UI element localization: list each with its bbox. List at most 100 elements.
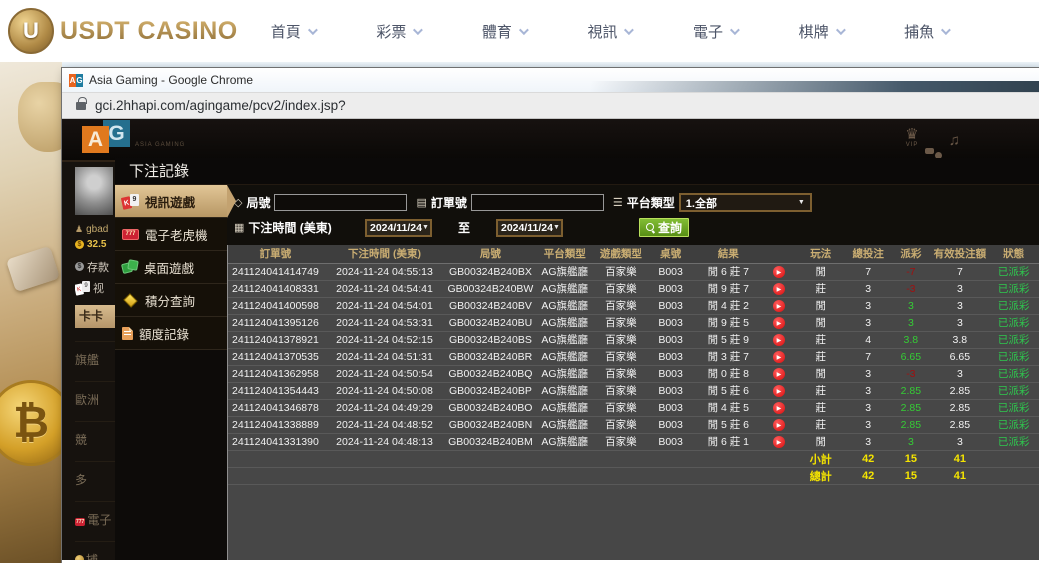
- nav-item-home[interactable]: 首頁: [271, 21, 315, 42]
- game-type-cell: 百家樂: [595, 348, 647, 365]
- to-label: 至: [432, 219, 496, 236]
- round-number-input[interactable]: [274, 194, 407, 211]
- platform-cell: AG旗艦廳: [535, 365, 595, 382]
- search-button[interactable]: 查詢: [639, 218, 689, 237]
- result-cell: 閒 6 莊 1: [694, 433, 762, 450]
- video-tab-row[interactable]: K9视: [75, 280, 115, 295]
- total-bet-cell: 3: [846, 416, 890, 433]
- main-menu: 首頁 彩票 體育 視訊 電子 棋牌 捕魚: [240, 21, 979, 42]
- result-cell: 閒 4 莊 5: [694, 399, 762, 416]
- replay-button[interactable]: ▶: [773, 436, 785, 448]
- brand[interactable]: U USDT CASINO: [8, 8, 238, 54]
- menu-item-slot-machines[interactable]: 777電子老虎機: [115, 218, 227, 251]
- clipboard-icon: ▤: [416, 196, 426, 209]
- game-type-cell: 百家樂: [595, 263, 647, 280]
- column-header: 總投注: [846, 245, 890, 263]
- nav-item-lottery[interactable]: 彩票: [376, 21, 420, 42]
- game-type-cell: 百家樂: [595, 433, 647, 450]
- column-header: 平台類型: [535, 245, 595, 263]
- platform-cell: AG旗艦廳: [535, 280, 595, 297]
- table-row: 2411240413705352024-11-24 04:51:31GB0032…: [228, 348, 1039, 365]
- play-method-cell: 閒: [795, 297, 846, 314]
- empty-cell: [323, 450, 446, 467]
- result-cell: 閒 0 莊 8: [694, 365, 762, 382]
- bet-time-cell: 2024-11-24 04:54:41: [323, 280, 446, 297]
- platform-type-select[interactable]: 1.全部▼: [679, 193, 812, 212]
- result-cell: 閒 3 莊 7: [694, 348, 762, 365]
- order-no-cell: 241124041400598: [228, 297, 323, 314]
- replay-button[interactable]: ▶: [773, 266, 785, 278]
- dropdown-arrow-icon: ▼: [553, 224, 560, 231]
- round-no-cell: GB00324B240BQ: [446, 365, 535, 382]
- lobby-item-flagship[interactable]: 旗艦: [75, 341, 115, 368]
- address-bar[interactable]: gci.2hhapi.com/agingame/pcv2/index.jsp?: [62, 92, 1039, 119]
- slot-machine-icon: 777: [122, 229, 139, 240]
- top-navbar: U USDT CASINO 首頁 彩票 體育 視訊 電子 棋牌 捕魚: [0, 0, 1039, 62]
- replay-button[interactable]: ▶: [773, 402, 785, 414]
- total-valid-bet: 41: [931, 467, 988, 484]
- column-header: 玩法: [795, 245, 846, 263]
- lobby-item-jing[interactable]: 競: [75, 421, 115, 448]
- lobby-item-europe[interactable]: 歐洲: [75, 381, 115, 408]
- lobby-item-kaka[interactable]: 卡卡: [75, 305, 115, 328]
- payout-cell: 3: [890, 297, 931, 314]
- nav-item-live[interactable]: 視訊: [587, 21, 631, 42]
- chrome-popup-window: AG Asia Gaming - Google Chrome gci.2hhap…: [62, 68, 1039, 563]
- play-method-cell: 閒: [795, 314, 846, 331]
- deposit-row[interactable]: $存款: [75, 259, 115, 274]
- avatar[interactable]: [75, 167, 113, 215]
- order-number-input[interactable]: [471, 194, 604, 211]
- replay-button[interactable]: ▶: [773, 351, 785, 363]
- nav-item-sports[interactable]: 體育: [482, 21, 526, 42]
- play-method-cell: 莊: [795, 382, 846, 399]
- column-header: 結果: [694, 245, 762, 263]
- column-header: 桌號: [647, 245, 694, 263]
- platform-cell: AG旗艦廳: [535, 416, 595, 433]
- menu-item-table-games[interactable]: 桌面遊戲: [115, 251, 227, 284]
- game-type-cell: 百家樂: [595, 297, 647, 314]
- platform-cell: AG旗艦廳: [535, 314, 595, 331]
- empty-cell: [595, 467, 647, 484]
- replay-button[interactable]: ▶: [773, 317, 785, 329]
- replay-button[interactable]: ▶: [773, 419, 785, 431]
- replay-button[interactable]: ▶: [773, 368, 785, 380]
- date-to-select[interactable]: 2024/11/24▼: [496, 219, 563, 237]
- nav-item-poker[interactable]: 棋牌: [799, 21, 843, 42]
- order-no-cell: 241124041408331: [228, 280, 323, 297]
- lobby-item-slots[interactable]: 777電子: [75, 501, 115, 528]
- column-header: 局號: [446, 245, 535, 263]
- balance-value: 32.5: [87, 239, 106, 250]
- calendar-icon: ▦: [234, 221, 244, 234]
- lobby-item-multi[interactable]: 多: [75, 461, 115, 488]
- menu-item-quota-records[interactable]: 額度記錄: [115, 317, 227, 350]
- screen: U USDT CASINO 首頁 彩票 體育 視訊 電子 棋牌 捕魚 ₿ AG …: [0, 0, 1039, 563]
- valid-bet-cell: 7: [931, 263, 988, 280]
- replay-button[interactable]: ▶: [773, 300, 785, 312]
- replay-button[interactable]: ▶: [773, 334, 785, 346]
- date-from-select[interactable]: 2024/11/24▼: [365, 219, 432, 237]
- replay-button[interactable]: ▶: [773, 385, 785, 397]
- nav-item-slots[interactable]: 電子: [693, 21, 737, 42]
- play-cell: ▶: [762, 263, 795, 280]
- bet-table: 訂單號下注時間 (美東)局號平台類型遊戲類型桌號結果玩法總投注派彩有效投注額狀態…: [228, 245, 1039, 485]
- lobby-item-fishing[interactable]: 捕: [75, 541, 115, 560]
- ag-logo[interactable]: AG ASIA GAMING: [82, 123, 185, 150]
- order-no-cell: 241124041346878: [228, 399, 323, 416]
- replay-button[interactable]: ▶: [773, 283, 785, 295]
- table-row: 2411240414083312024-11-24 04:54:41GB0032…: [228, 280, 1039, 297]
- ag-page: AG ASIA GAMING ♛VIP ♫ ♟gbad $32.5 $存款 K9…: [62, 119, 1039, 560]
- panel-title: 下注記錄: [115, 158, 1039, 185]
- nav-item-fishing[interactable]: 捕魚: [904, 21, 948, 42]
- play-method-cell: 閒: [795, 433, 846, 450]
- menu-item-video-games[interactable]: K9視訊遊戲: [115, 185, 227, 218]
- platform-cell: AG旗艦廳: [535, 348, 595, 365]
- music-button[interactable]: ♫: [949, 134, 960, 148]
- menu-item-points-query[interactable]: 積分查詢: [115, 284, 227, 317]
- empty-cell: [988, 467, 1039, 484]
- game-type-cell: 百家樂: [595, 280, 647, 297]
- url-text: gci.2hhapi.com/agingame/pcv2/index.jsp?: [95, 98, 346, 113]
- vip-button[interactable]: ♛VIP: [905, 128, 918, 148]
- bet-time-cell: 2024-11-24 04:49:29: [323, 399, 446, 416]
- result-cell: 閒 5 莊 6: [694, 382, 762, 399]
- window-titlebar[interactable]: AG Asia Gaming - Google Chrome: [62, 68, 1039, 92]
